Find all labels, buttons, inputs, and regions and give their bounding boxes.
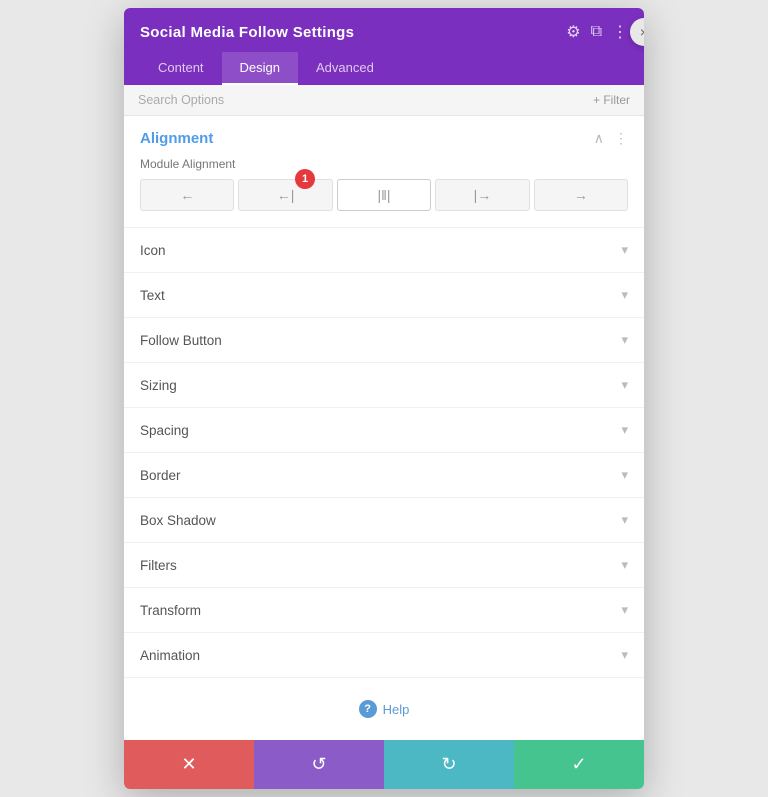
- modal: × Social Media Follow Settings ⚙ ⧉ ⋮ Con…: [124, 8, 644, 789]
- chevron-down-icon-filters: ▾: [621, 557, 628, 573]
- redo-icon: ↻: [441, 754, 456, 775]
- alignment-buttons: 1 ← ←| |‖| |→ →: [140, 179, 628, 211]
- help-label: Help: [383, 702, 410, 717]
- chevron-down-icon-sizing: ▾: [621, 377, 628, 393]
- align-center-right-button[interactable]: |→: [435, 179, 529, 211]
- collapse-icon[interactable]: ∧: [594, 130, 604, 147]
- alignment-title: Alignment: [140, 130, 213, 147]
- section-more-icon[interactable]: ⋮: [614, 130, 628, 147]
- save-icon: ✓: [571, 754, 586, 775]
- tab-content[interactable]: Content: [140, 52, 222, 85]
- chevron-down-icon-icon: ▾: [621, 242, 628, 258]
- section-header-icons: ∧ ⋮: [594, 130, 628, 147]
- accordion-item-border[interactable]: Border ▾: [124, 453, 644, 498]
- chevron-down-icon-border: ▾: [621, 467, 628, 483]
- accordion-item-sizing[interactable]: Sizing ▾: [124, 363, 644, 408]
- accordion-label-spacing: Spacing: [140, 423, 189, 438]
- modal-footer: ✕ ↺ ↻ ✓: [124, 740, 644, 789]
- align-left-button[interactable]: ←: [140, 179, 234, 211]
- accordion-item-icon[interactable]: Icon ▾: [124, 228, 644, 273]
- module-alignment-area: Module Alignment 1 ← ←| |‖| |→ →: [124, 157, 644, 227]
- chevron-down-icon-transform: ▾: [621, 602, 628, 618]
- align-center-button[interactable]: |‖|: [337, 179, 431, 211]
- header-icons: ⚙ ⧉ ⋮: [566, 22, 628, 42]
- alignment-label: Module Alignment: [140, 157, 628, 171]
- filter-button[interactable]: + Filter: [593, 93, 630, 107]
- accordion-item-animation[interactable]: Animation ▾: [124, 633, 644, 678]
- help-section[interactable]: ? Help: [124, 678, 644, 740]
- align-center-right-icon: |→: [474, 187, 492, 203]
- settings-icon[interactable]: ⚙: [566, 22, 580, 42]
- tab-bar: Content Design Advanced: [140, 52, 628, 85]
- accordion-label-border: Border: [140, 468, 181, 483]
- chevron-down-icon-spacing: ▾: [621, 422, 628, 438]
- modal-content: Alignment ∧ ⋮ Module Alignment 1 ← ←| |‖…: [124, 116, 644, 740]
- accordion-list: Icon ▾ Text ▾ Follow Button ▾ Sizing ▾ S…: [124, 227, 644, 678]
- accordion-item-text[interactable]: Text ▾: [124, 273, 644, 318]
- help-icon: ?: [359, 700, 377, 718]
- tab-advanced[interactable]: Advanced: [298, 52, 392, 85]
- accordion-label-transform: Transform: [140, 603, 201, 618]
- modal-header: Social Media Follow Settings ⚙ ⧉ ⋮ Conte…: [124, 8, 644, 85]
- close-icon: ×: [640, 24, 644, 40]
- search-placeholder[interactable]: Search Options: [138, 93, 224, 107]
- save-button[interactable]: ✓: [514, 740, 644, 789]
- alignment-section-header: Alignment ∧ ⋮: [124, 116, 644, 157]
- accordion-label-animation: Animation: [140, 648, 200, 663]
- align-center-icon: |‖|: [377, 187, 390, 203]
- accordion-label-sizing: Sizing: [140, 378, 177, 393]
- search-bar: Search Options + Filter: [124, 85, 644, 116]
- cancel-button[interactable]: ✕: [124, 740, 254, 789]
- align-right-icon: →: [574, 187, 588, 203]
- undo-button[interactable]: ↺: [254, 740, 384, 789]
- align-left-icon: ←: [180, 187, 194, 203]
- accordion-label-box-shadow: Box Shadow: [140, 513, 216, 528]
- header-top: Social Media Follow Settings ⚙ ⧉ ⋮: [140, 22, 628, 42]
- modal-title: Social Media Follow Settings: [140, 24, 354, 41]
- accordion-item-filters[interactable]: Filters ▾: [124, 543, 644, 588]
- more-icon[interactable]: ⋮: [612, 22, 628, 42]
- accordion-label-follow-button: Follow Button: [140, 333, 222, 348]
- accordion-label-text: Text: [140, 288, 165, 303]
- undo-icon: ↺: [311, 754, 326, 775]
- accordion-item-follow-button[interactable]: Follow Button ▾: [124, 318, 644, 363]
- cancel-icon: ✕: [181, 754, 196, 775]
- accordion-item-spacing[interactable]: Spacing ▾: [124, 408, 644, 453]
- accordion-item-box-shadow[interactable]: Box Shadow ▾: [124, 498, 644, 543]
- chevron-down-icon-animation: ▾: [621, 647, 628, 663]
- redo-button[interactable]: ↻: [384, 740, 514, 789]
- expand-icon[interactable]: ⧉: [591, 23, 602, 41]
- chevron-down-icon-box-shadow: ▾: [621, 512, 628, 528]
- accordion-label-filters: Filters: [140, 558, 177, 573]
- tab-design[interactable]: Design: [222, 52, 298, 85]
- chevron-down-icon-text: ▾: [621, 287, 628, 303]
- align-center-left-button[interactable]: ←|: [238, 179, 332, 211]
- align-right-button[interactable]: →: [534, 179, 628, 211]
- chevron-down-icon-follow-button: ▾: [621, 332, 628, 348]
- notification-badge: 1: [295, 169, 315, 189]
- accordion-item-transform[interactable]: Transform ▾: [124, 588, 644, 633]
- align-center-left-icon: ←|: [277, 187, 295, 203]
- accordion-label-icon: Icon: [140, 243, 166, 258]
